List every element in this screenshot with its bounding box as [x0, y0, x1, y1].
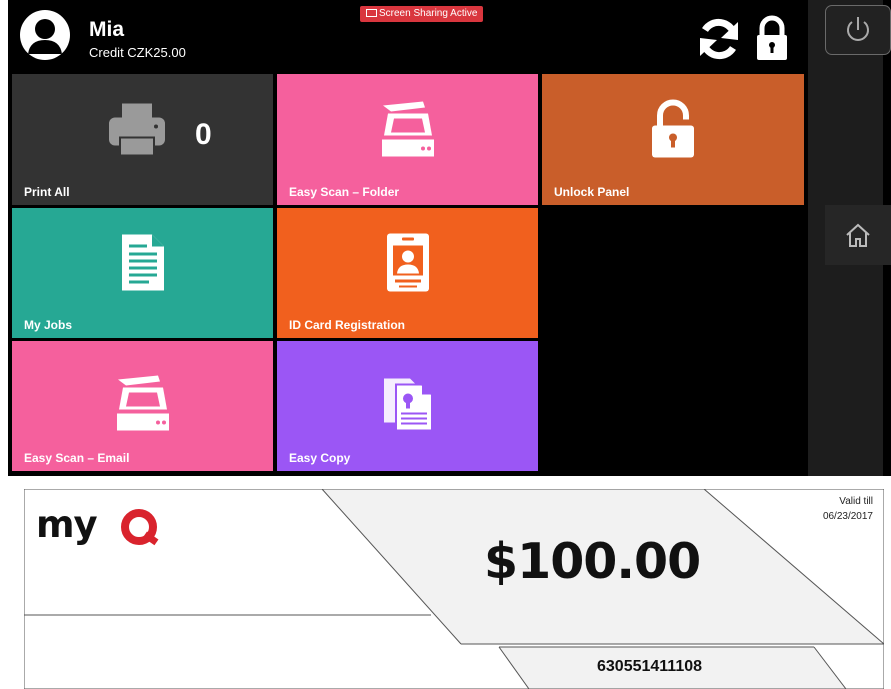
home-button[interactable]: [825, 205, 891, 265]
svg-text:my: my: [36, 505, 98, 546]
unlock-icon: [648, 99, 698, 164]
tile-print-all[interactable]: 0 Print All: [12, 74, 273, 205]
tile-label: My Jobs: [24, 318, 73, 332]
myq-logo: my: [36, 505, 159, 546]
lock-icon: [757, 15, 787, 60]
scanner-icon: [379, 99, 437, 164]
screen-sharing-badge: Screen Sharing Active: [360, 6, 484, 22]
voucher-amount: $100.00: [484, 533, 701, 590]
tile-my-jobs[interactable]: My Jobs: [12, 208, 273, 338]
voucher-code: 630551411108: [597, 658, 703, 675]
tile-label: Easy Copy: [289, 451, 351, 465]
terminal-screen: Mia Credit CZK25.00 Screen Sharing Activ…: [8, 0, 807, 476]
user-credit: Credit CZK25.00: [89, 45, 186, 60]
tile-easy-scan-folder[interactable]: Easy Scan – Folder: [277, 74, 538, 205]
refresh-button[interactable]: [694, 14, 744, 64]
tile-label: Print All: [24, 185, 70, 199]
tile-label: Easy Scan – Folder: [289, 185, 400, 199]
tile-easy-copy[interactable]: Easy Copy: [277, 341, 538, 471]
tile-label: Unlock Panel: [554, 185, 630, 199]
screen-sharing-label: Screen Sharing Active: [379, 8, 478, 19]
home-icon: [846, 223, 870, 247]
printer-icon: [105, 101, 169, 162]
scanner-icon: [114, 374, 172, 439]
power-icon: [847, 17, 869, 41]
screen-share-icon: [366, 9, 377, 18]
print-job-count: 0: [195, 118, 212, 151]
hardware-side-panel: [808, 0, 891, 476]
tile-easy-scan-email[interactable]: Easy Scan – Email: [12, 341, 273, 471]
id-card-icon: [385, 232, 431, 299]
power-button[interactable]: [825, 5, 891, 55]
top-bar: Mia Credit CZK25.00 Screen Sharing Activ…: [8, 0, 807, 72]
user-name: Mia: [89, 18, 125, 41]
terminal-panel: Mia Credit CZK25.00 Screen Sharing Activ…: [8, 0, 891, 476]
refresh-icon: [700, 18, 738, 60]
tile-unlock-panel[interactable]: Unlock Panel: [542, 74, 804, 205]
tile-label: ID Card Registration: [289, 318, 406, 332]
valid-till-label: Valid till: [839, 496, 873, 507]
copy-icon: [382, 375, 434, 438]
tile-id-card-registration[interactable]: ID Card Registration: [277, 208, 538, 338]
credit-voucher: my $100.00 Valid till 06/23/2017 6305514…: [24, 489, 884, 689]
valid-till-date: 06/23/2017: [822, 511, 873, 522]
tile-label: Easy Scan – Email: [24, 451, 130, 465]
lock-button[interactable]: [752, 14, 792, 64]
user-avatar[interactable]: [20, 10, 70, 60]
user-icon: [21, 11, 69, 59]
document-icon: [118, 233, 168, 298]
